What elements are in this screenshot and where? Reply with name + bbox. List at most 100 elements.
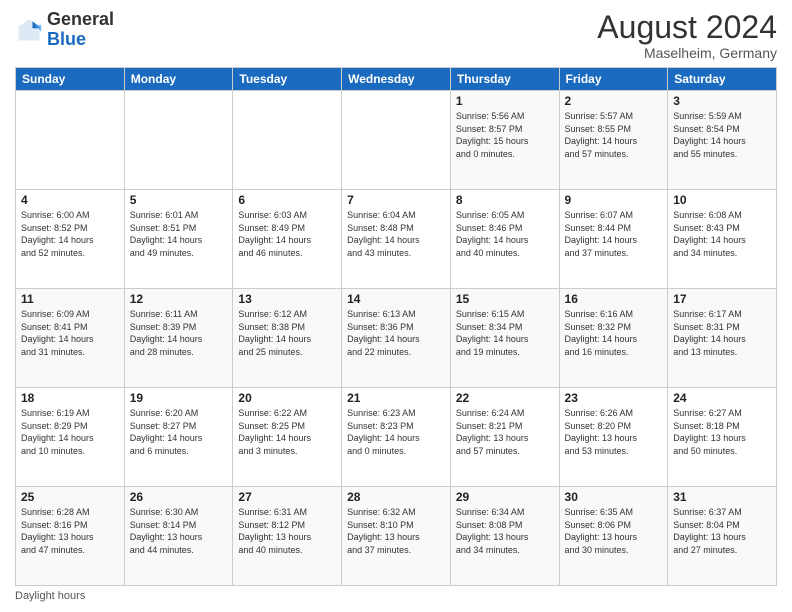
- day-number: 10: [673, 193, 771, 207]
- day-info: Sunrise: 6:32 AM Sunset: 8:10 PM Dayligh…: [347, 506, 445, 556]
- calendar-day-cell: 5 Sunrise: 6:01 AM Sunset: 8:51 PM Daylig…: [124, 190, 233, 289]
- day-number: 16: [565, 292, 663, 306]
- calendar-header-row: SundayMondayTuesdayWednesdayThursdayFrid…: [16, 68, 777, 91]
- calendar-day-cell: 18 Sunrise: 6:19 AM Sunset: 8:29 PM Dayli…: [16, 388, 125, 487]
- day-number: 30: [565, 490, 663, 504]
- day-number: 2: [565, 94, 663, 108]
- day-number: 21: [347, 391, 445, 405]
- day-info: Sunrise: 6:17 AM Sunset: 8:31 PM Dayligh…: [673, 308, 771, 358]
- calendar-day-cell: 7Sunrise: 6:04 AM Sunset: 8:48 PM Daylig…: [342, 190, 451, 289]
- day-number: 18: [21, 391, 119, 405]
- day-number: 22: [456, 391, 554, 405]
- day-info: Sunrise: 6:15 AM Sunset: 8:34 PM Dayligh…: [456, 308, 554, 358]
- day-info: Sunrise: 6:35 AM Sunset: 8:06 PM Dayligh…: [565, 506, 663, 556]
- calendar-day-cell: 4 Sunrise: 6:00 AM Sunset: 8:52 PM Daylig…: [16, 190, 125, 289]
- day-info: Sunrise: 6:30 AM Sunset: 8:14 PM Dayligh…: [130, 506, 228, 556]
- day-info: Sunrise: 6:09 AM Sunset: 8:41 PM Dayligh…: [21, 308, 119, 358]
- day-number: 17: [673, 292, 771, 306]
- calendar-day-cell: 21Sunrise: 6:23 AM Sunset: 8:23 PM Dayli…: [342, 388, 451, 487]
- title-block: August 2024 Maselheim, Germany: [597, 10, 777, 61]
- calendar-day-cell: 20 Sunrise: 6:22 AM Sunset: 8:25 PM Dayli…: [233, 388, 342, 487]
- calendar-day-cell: 14 Sunrise: 6:13 AM Sunset: 8:36 PM Dayli…: [342, 289, 451, 388]
- day-info: Sunrise: 6:08 AM Sunset: 8:43 PM Dayligh…: [673, 209, 771, 259]
- day-of-week-header: Wednesday: [342, 68, 451, 91]
- day-info: Sunrise: 6:19 AM Sunset: 8:29 PM Dayligh…: [21, 407, 119, 457]
- calendar-day-cell: 25 Sunrise: 6:28 AM Sunset: 8:16 PM Dayli…: [16, 487, 125, 586]
- day-number: 12: [130, 292, 228, 306]
- calendar-day-cell: 1 Sunrise: 5:56 AM Sunset: 8:57 PM Daylig…: [450, 91, 559, 190]
- day-number: 5: [130, 193, 228, 207]
- day-info: Sunrise: 6:00 AM Sunset: 8:52 PM Dayligh…: [21, 209, 119, 259]
- day-number: 7: [347, 193, 445, 207]
- day-info: Sunrise: 6:22 AM Sunset: 8:25 PM Dayligh…: [238, 407, 336, 457]
- calendar-day-cell: [233, 91, 342, 190]
- footer: Daylight hours: [15, 590, 777, 602]
- calendar-day-cell: [16, 91, 125, 190]
- calendar-day-cell: 23Sunrise: 6:26 AM Sunset: 8:20 PM Dayli…: [559, 388, 668, 487]
- logo-icon: [15, 16, 43, 44]
- calendar-day-cell: 28 Sunrise: 6:32 AM Sunset: 8:10 PM Dayli…: [342, 487, 451, 586]
- calendar-day-cell: 27 Sunrise: 6:31 AM Sunset: 8:12 PM Dayli…: [233, 487, 342, 586]
- day-info: Sunrise: 6:05 AM Sunset: 8:46 PM Dayligh…: [456, 209, 554, 259]
- calendar-day-cell: 15 Sunrise: 6:15 AM Sunset: 8:34 PM Dayli…: [450, 289, 559, 388]
- calendar-week-row: 1 Sunrise: 5:56 AM Sunset: 8:57 PM Daylig…: [16, 91, 777, 190]
- day-info: Sunrise: 5:57 AM Sunset: 8:55 PM Dayligh…: [565, 110, 663, 160]
- day-info: Sunrise: 6:31 AM Sunset: 8:12 PM Dayligh…: [238, 506, 336, 556]
- day-number: 15: [456, 292, 554, 306]
- day-info: Sunrise: 6:37 AM Sunset: 8:04 PM Dayligh…: [673, 506, 771, 556]
- calendar-day-cell: 6 Sunrise: 6:03 AM Sunset: 8:49 PM Daylig…: [233, 190, 342, 289]
- day-of-week-header: Friday: [559, 68, 668, 91]
- calendar-day-cell: [124, 91, 233, 190]
- day-info: Sunrise: 6:16 AM Sunset: 8:32 PM Dayligh…: [565, 308, 663, 358]
- day-number: 28: [347, 490, 445, 504]
- day-of-week-header: Sunday: [16, 68, 125, 91]
- calendar-week-row: 11 Sunrise: 6:09 AM Sunset: 8:41 PM Dayli…: [16, 289, 777, 388]
- calendar-day-cell: 9 Sunrise: 6:07 AM Sunset: 8:44 PM Daylig…: [559, 190, 668, 289]
- day-number: 20: [238, 391, 336, 405]
- day-info: Sunrise: 6:27 AM Sunset: 8:18 PM Dayligh…: [673, 407, 771, 457]
- day-number: 19: [130, 391, 228, 405]
- day-number: 27: [238, 490, 336, 504]
- month-title: August 2024: [597, 10, 777, 45]
- day-number: 14: [347, 292, 445, 306]
- calendar-day-cell: 16 Sunrise: 6:16 AM Sunset: 8:32 PM Dayli…: [559, 289, 668, 388]
- calendar-day-cell: 29Sunrise: 6:34 AM Sunset: 8:08 PM Dayli…: [450, 487, 559, 586]
- day-info: Sunrise: 6:13 AM Sunset: 8:36 PM Dayligh…: [347, 308, 445, 358]
- logo-general: General: [47, 9, 114, 29]
- calendar-day-cell: 12Sunrise: 6:11 AM Sunset: 8:39 PM Dayli…: [124, 289, 233, 388]
- calendar-day-cell: 10 Sunrise: 6:08 AM Sunset: 8:43 PM Dayli…: [668, 190, 777, 289]
- day-number: 13: [238, 292, 336, 306]
- day-number: 25: [21, 490, 119, 504]
- day-number: 3: [673, 94, 771, 108]
- day-number: 11: [21, 292, 119, 306]
- day-info: Sunrise: 6:28 AM Sunset: 8:16 PM Dayligh…: [21, 506, 119, 556]
- day-info: Sunrise: 6:24 AM Sunset: 8:21 PM Dayligh…: [456, 407, 554, 457]
- day-info: Sunrise: 6:07 AM Sunset: 8:44 PM Dayligh…: [565, 209, 663, 259]
- day-info: Sunrise: 6:01 AM Sunset: 8:51 PM Dayligh…: [130, 209, 228, 259]
- header: General Blue August 2024 Maselheim, Germ…: [15, 10, 777, 61]
- page: General Blue August 2024 Maselheim, Germ…: [0, 0, 792, 612]
- calendar-day-cell: 3Sunrise: 5:59 AM Sunset: 8:54 PM Daylig…: [668, 91, 777, 190]
- day-info: Sunrise: 6:12 AM Sunset: 8:38 PM Dayligh…: [238, 308, 336, 358]
- day-info: Sunrise: 6:20 AM Sunset: 8:27 PM Dayligh…: [130, 407, 228, 457]
- calendar-day-cell: 17 Sunrise: 6:17 AM Sunset: 8:31 PM Dayli…: [668, 289, 777, 388]
- day-number: 24: [673, 391, 771, 405]
- logo-blue: Blue: [47, 29, 86, 49]
- calendar-day-cell: 24 Sunrise: 6:27 AM Sunset: 8:18 PM Dayli…: [668, 388, 777, 487]
- calendar-day-cell: 11 Sunrise: 6:09 AM Sunset: 8:41 PM Dayli…: [16, 289, 125, 388]
- calendar-day-cell: 8Sunrise: 6:05 AM Sunset: 8:46 PM Daylig…: [450, 190, 559, 289]
- calendar-day-cell: 30 Sunrise: 6:35 AM Sunset: 8:06 PM Dayli…: [559, 487, 668, 586]
- day-number: 4: [21, 193, 119, 207]
- day-info: Sunrise: 6:26 AM Sunset: 8:20 PM Dayligh…: [565, 407, 663, 457]
- day-of-week-header: Saturday: [668, 68, 777, 91]
- day-of-week-header: Tuesday: [233, 68, 342, 91]
- day-number: 6: [238, 193, 336, 207]
- day-number: 26: [130, 490, 228, 504]
- day-info: Sunrise: 6:03 AM Sunset: 8:49 PM Dayligh…: [238, 209, 336, 259]
- day-info: Sunrise: 5:56 AM Sunset: 8:57 PM Dayligh…: [456, 110, 554, 160]
- logo-text: General Blue: [47, 10, 114, 50]
- location: Maselheim, Germany: [597, 45, 777, 61]
- calendar-week-row: 25 Sunrise: 6:28 AM Sunset: 8:16 PM Dayli…: [16, 487, 777, 586]
- day-number: 1: [456, 94, 554, 108]
- day-number: 9: [565, 193, 663, 207]
